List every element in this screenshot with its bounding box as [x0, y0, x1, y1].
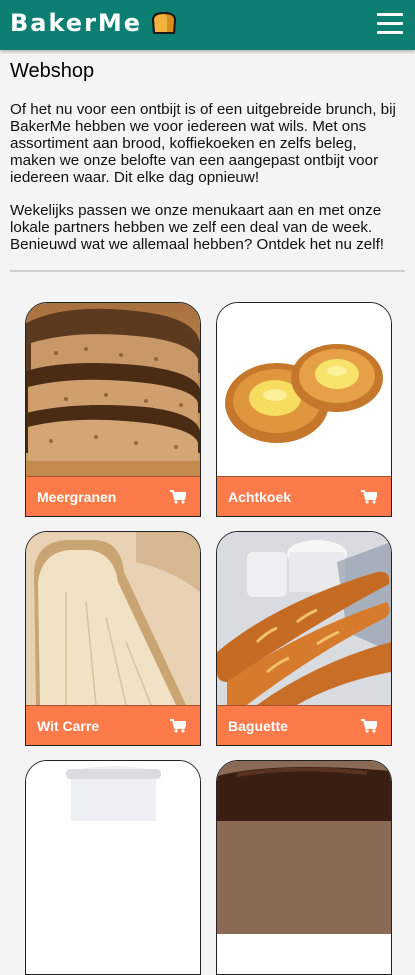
baguette-image: [217, 532, 391, 705]
brand-name: BakerMe: [10, 9, 143, 37]
shopping-cart-icon[interactable]: [361, 489, 377, 504]
shopping-cart-icon[interactable]: [361, 718, 377, 733]
add-to-cart-bar[interactable]: Meergranen: [26, 476, 200, 516]
milk-jar-image: [26, 761, 200, 934]
add-to-cart-bar[interactable]: Baguette: [217, 705, 391, 745]
product-card[interactable]: [216, 760, 392, 975]
add-to-cart-bar[interactable]: Achtkoek: [217, 476, 391, 516]
brand-link[interactable]: BakerMe: [10, 9, 178, 37]
product-card[interactable]: Meergranen: [25, 302, 201, 517]
chocolate-pastry-image: [217, 761, 391, 934]
product-card[interactable]: Baguette: [216, 531, 392, 746]
hamburger-menu-icon[interactable]: [377, 10, 405, 38]
add-to-cart-bar[interactable]: Wit Carre: [26, 705, 200, 745]
white-bread-image: [26, 532, 200, 705]
intro-section: Webshop Of het nu voor een ontbijt is of…: [10, 60, 405, 269]
section-divider: [10, 270, 405, 272]
product-card[interactable]: Achtkoek: [216, 302, 392, 517]
product-name: Wit Carre: [37, 717, 100, 734]
bread-icon: [152, 11, 177, 34]
product-name: Meergranen: [37, 488, 117, 505]
shopping-cart-icon[interactable]: [170, 718, 186, 733]
page-title: Webshop: [10, 60, 95, 82]
intro-paragraph: Of het nu voor een ontbijt is of een uit…: [10, 101, 396, 186]
top-navigation-bar: BakerMe: [0, 0, 415, 50]
shopping-cart-icon[interactable]: [170, 489, 186, 504]
custard-pastry-image: [217, 303, 391, 476]
product-name: Achtkoek: [228, 488, 292, 505]
product-card[interactable]: Wit Carre: [25, 531, 201, 746]
product-card[interactable]: [25, 760, 201, 975]
multigrain-bread-image: [26, 303, 200, 476]
product-name: Baguette: [228, 717, 288, 734]
intro-paragraph: Wekelijks passen we onze menukaart aan e…: [10, 202, 385, 253]
